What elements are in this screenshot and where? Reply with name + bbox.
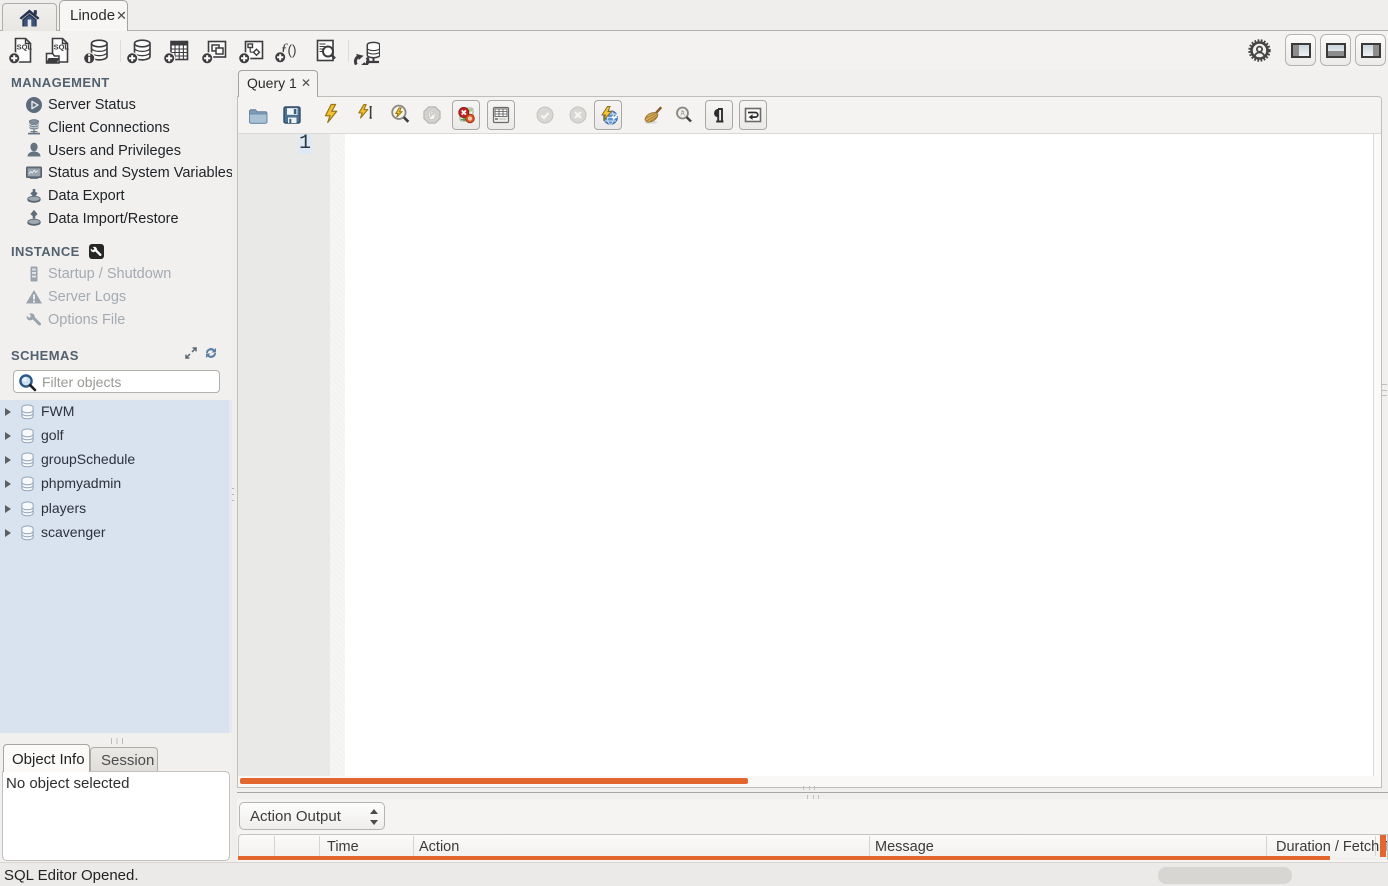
svg-text:SQL: SQL: [54, 43, 70, 52]
svg-text:A: A: [681, 111, 686, 118]
svg-text:(): (): [288, 43, 297, 58]
svg-text:SQL: SQL: [17, 43, 33, 52]
